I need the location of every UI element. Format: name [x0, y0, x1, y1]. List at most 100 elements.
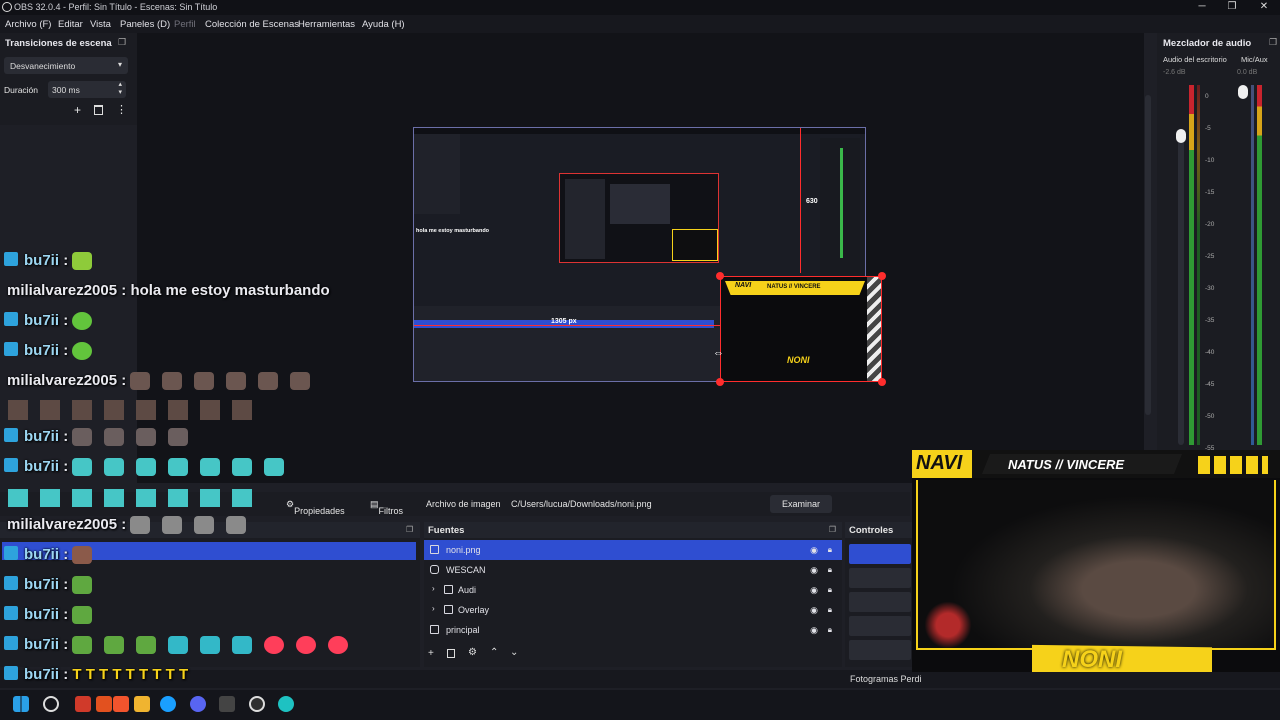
maximize-button[interactable]: ❐	[1216, 0, 1248, 15]
source-row-principal[interactable]: principal ◉ 🔒︎	[424, 620, 842, 640]
source-name: Overlay	[458, 605, 490, 615]
source-row-audi[interactable]: › Audi ◉ 🔒︎	[424, 580, 842, 600]
height-guide-line	[800, 128, 801, 273]
chat-separator: :	[63, 606, 69, 623]
menu-vista[interactable]: Vista	[90, 19, 111, 30]
menu-coleccion-escenas[interactable]: Colección de Escenas	[205, 19, 299, 30]
search-icon[interactable]	[43, 696, 59, 712]
resize-handle-tl[interactable]	[716, 272, 724, 280]
add-source-icon[interactable]: +	[428, 648, 434, 659]
desktop-audio-volume-slider[interactable]	[1178, 129, 1184, 445]
chevron-right-icon[interactable]: ›	[432, 604, 435, 613]
menu-ayuda[interactable]: Ayuda (H)	[362, 19, 405, 30]
discord-icon[interactable]	[190, 696, 206, 712]
chat-username: bu7ii	[24, 606, 60, 623]
app-icon-3[interactable]	[219, 696, 235, 712]
add-icon[interactable]: +	[74, 103, 81, 117]
menu-archivo[interactable]: Archivo (F)	[5, 19, 51, 30]
eye-icon[interactable]: ◉	[810, 625, 818, 636]
navi-logo: NAVI	[916, 452, 963, 474]
start-recording-button[interactable]	[849, 568, 911, 588]
source-row-noni[interactable]: noni.png ◉ 🔒︎	[424, 540, 842, 560]
mic-aux-volume-slider[interactable]	[1251, 85, 1254, 445]
steam-icon[interactable]	[160, 696, 176, 712]
chat-text: hola me estoy masturbando	[130, 282, 330, 299]
eye-icon[interactable]: ◉	[810, 545, 818, 556]
chat-separator: :	[63, 546, 69, 563]
trash-icon[interactable]	[94, 105, 103, 115]
obs-icon[interactable]	[249, 696, 265, 712]
menu-paneles[interactable]: Paneles (D)	[120, 19, 170, 30]
nested-panel-b	[610, 184, 670, 224]
more-options-icon[interactable]: ⋮	[116, 103, 127, 116]
image-path-field[interactable]: C/Users/lucua/Downloads/noni.png	[511, 499, 652, 509]
menu-herramientas[interactable]: Herramientas	[298, 19, 355, 30]
gear-icon[interactable]: ⚙	[468, 647, 477, 658]
chat-overlay: bu7ii : milialvarez2005 : hola me estoy …	[0, 250, 420, 690]
undock-icon[interactable]: ❐	[829, 525, 836, 534]
preview-scrollbar[interactable]	[1145, 95, 1151, 415]
pepe-emote-icon	[104, 636, 125, 655]
resize-handle-tr[interactable]	[878, 272, 886, 280]
desktop-audio-db: -2.6 dB	[1163, 69, 1186, 76]
eye-icon[interactable]: ◉	[810, 565, 818, 576]
chat-username: bu7ii	[24, 576, 60, 593]
lock-icon[interactable]: 🔒︎	[828, 565, 832, 575]
mic-aux-slider-handle[interactable]	[1238, 85, 1248, 99]
resize-handle-bl[interactable]	[716, 378, 724, 386]
desktop-audio-slider-handle[interactable]	[1176, 129, 1186, 143]
transition-select[interactable]: Desvanecimiento ▾	[4, 57, 128, 74]
taskbar	[0, 690, 1280, 720]
chevron-right-icon[interactable]: ›	[432, 584, 435, 593]
source-row-overlay[interactable]: › Overlay ◉ 🔒︎	[424, 600, 842, 620]
stepper-icon[interactable]: ▴ ▾	[118, 81, 122, 97]
face-emote-icon	[130, 372, 151, 391]
trash-icon[interactable]	[447, 649, 455, 658]
eye-icon[interactable]: ◉	[810, 605, 818, 616]
settings-button[interactable]	[849, 640, 911, 660]
chat-message: bu7ii :	[4, 576, 104, 602]
chat-message: milialvarez2005 :	[7, 516, 258, 542]
menu-bar: Archivo (F) Editar Vista Paneles (D) Per…	[0, 15, 1280, 33]
width-guide-line	[414, 325, 720, 326]
studio-mode-button[interactable]	[849, 616, 911, 636]
chat-username: milialvarez2005	[7, 372, 118, 389]
minimize-button[interactable]: ─	[1186, 0, 1218, 15]
chat-separator: :	[63, 342, 69, 359]
browse-button[interactable]: Examinar	[770, 495, 832, 513]
lock-icon[interactable]: 🔒︎	[828, 605, 832, 615]
undock-icon[interactable]: ❐	[1269, 37, 1277, 48]
duration-field[interactable]: 300 ms ▴ ▾	[48, 81, 126, 98]
rifle-graphic	[918, 600, 978, 650]
transitions-title: Transiciones de escena	[5, 38, 112, 49]
lock-icon[interactable]: 🔒︎	[828, 585, 832, 595]
lock-icon[interactable]: 🔒︎	[828, 545, 832, 555]
menu-editar[interactable]: Editar	[58, 19, 83, 30]
eye-icon[interactable]: ◉	[810, 585, 818, 596]
app-icon-4[interactable]	[278, 696, 294, 712]
monitor-icon	[430, 625, 439, 634]
selected-source-box[interactable]: NAVI NATUS // VINCERE NONI ⇔	[713, 272, 886, 386]
windows-icon[interactable]	[13, 696, 29, 712]
start-streaming-button[interactable]	[849, 544, 911, 564]
app-icon-2[interactable]	[96, 696, 112, 712]
audio-mixer-panel: Mezclador de audio ❐ Audio del escritori…	[1157, 33, 1280, 453]
app-icon-1[interactable]	[75, 696, 91, 712]
undock-icon[interactable]: ❐	[118, 37, 126, 48]
chat-username: milialvarez2005	[7, 282, 118, 299]
scale-tick: -40	[1205, 349, 1215, 356]
close-button[interactable]: ✕	[1248, 0, 1280, 15]
lock-icon[interactable]: 🔒︎	[828, 625, 832, 635]
move-down-icon[interactable]: ⌄	[510, 647, 518, 658]
resize-handle-br[interactable]	[878, 378, 886, 386]
files-icon[interactable]	[134, 696, 150, 712]
cyan-emote-icon	[168, 458, 189, 477]
brave-icon[interactable]	[113, 696, 129, 712]
source-row-wescan[interactable]: WESCAN ◉ 🔒︎	[424, 560, 842, 580]
menu-perfil[interactable]: Perfil	[174, 19, 196, 30]
virtual-camera-button[interactable]	[849, 592, 911, 612]
cyan-emote-icon	[136, 458, 157, 477]
gun-emote-icon	[194, 516, 215, 535]
scale-tick: -45	[1205, 381, 1215, 388]
move-up-icon[interactable]: ⌃	[490, 647, 498, 658]
